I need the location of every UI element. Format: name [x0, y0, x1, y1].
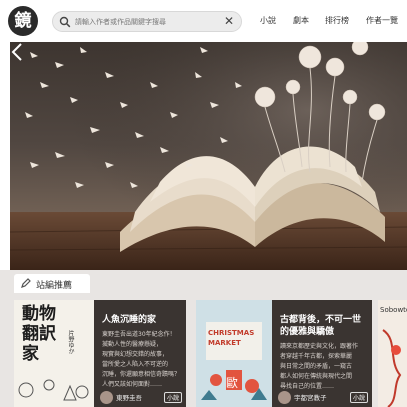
book-cover[interactable]: 動物 翻訳 家 片野ゆか — [14, 300, 94, 407]
hero-banner[interactable] — [10, 42, 407, 270]
nav-ranking[interactable]: 排行榜 — [325, 15, 349, 26]
book-author[interactable]: 東野圭吾 — [116, 392, 142, 402]
book-cover[interactable]: CHRISTMAS MARKET 歐 — [196, 300, 272, 407]
nav-novel[interactable]: 小說 — [260, 15, 276, 26]
book-card[interactable]: 動物 翻訳 家 片野ゆか 人魚沉睡的家 東野圭吾出道30年紀念作！ 揻動人性的醫… — [14, 300, 186, 407]
cover-title: CHRISTMAS MARKET — [208, 329, 255, 347]
cover-title: 動物 翻訳 家 — [22, 304, 56, 364]
book-description: 東野圭吾出道30年紀念作！ 揻動人性的醫療懸疑， 現實與幻想交錯的故事， 當所愛… — [102, 331, 181, 388]
book-author[interactable]: 宇都宮教子 — [294, 392, 327, 402]
cover-title: Sobowtór — [380, 306, 407, 314]
chevron-left-icon[interactable] — [10, 42, 24, 62]
book-title[interactable]: 人魚沉睡的家 — [102, 314, 156, 326]
site-logo[interactable]: 鏡 — [8, 6, 38, 36]
banner-illustration — [10, 42, 407, 270]
header: 鏡 ✕ 小說 劇本 排行榜 作者一覽 — [0, 0, 407, 42]
category-badge[interactable]: 小說 — [349, 392, 368, 403]
editors-pick-label: 站編推薦 — [36, 281, 73, 291]
search-bar[interactable]: ✕ — [52, 11, 242, 32]
category-badge[interactable]: 小說 — [163, 392, 182, 403]
search-icon — [59, 16, 71, 28]
cover-illustration — [18, 379, 89, 401]
book-info[interactable]: 古都背後，不可一世的優雅與驕傲 讀來京都歷史與文化，跟著作 者穿越千年古都，探索… — [272, 300, 372, 407]
book-card[interactable]: Sobowtór — [378, 300, 407, 407]
cover-subtitle: 歐 — [226, 376, 239, 390]
book-title[interactable]: 古都背後，不可一世的優雅與驕傲 — [280, 314, 368, 338]
pencil-icon — [21, 278, 31, 288]
book-card[interactable]: CHRISTMAS MARKET 歐 古都背後，不可一世的優雅與驕傲 讀來京都歷… — [196, 300, 372, 407]
editors-pick-tab: 站編推薦 — [14, 274, 90, 293]
author-avatar[interactable] — [100, 391, 113, 404]
book-cover[interactable]: Sobowtór — [378, 300, 407, 407]
book-info[interactable]: 人魚沉睡的家 東野圭吾出道30年紀念作！ 揻動人性的醫療懸疑， 現實與幻想交錯的… — [94, 300, 186, 407]
author-avatar[interactable] — [278, 391, 291, 404]
nav-script[interactable]: 劇本 — [293, 15, 309, 26]
search-input[interactable] — [75, 14, 223, 30]
close-icon[interactable]: ✕ — [223, 15, 235, 27]
cover-author: 片野ゆか — [67, 330, 74, 354]
cover-illustration — [382, 329, 402, 407]
nav-authors[interactable]: 作者一覽 — [366, 15, 398, 26]
book-description: 讀來京都歷史與文化，跟著作 者穿越千年古都，探索華麗 與日常之間的矛盾，一窺古 … — [280, 343, 359, 390]
